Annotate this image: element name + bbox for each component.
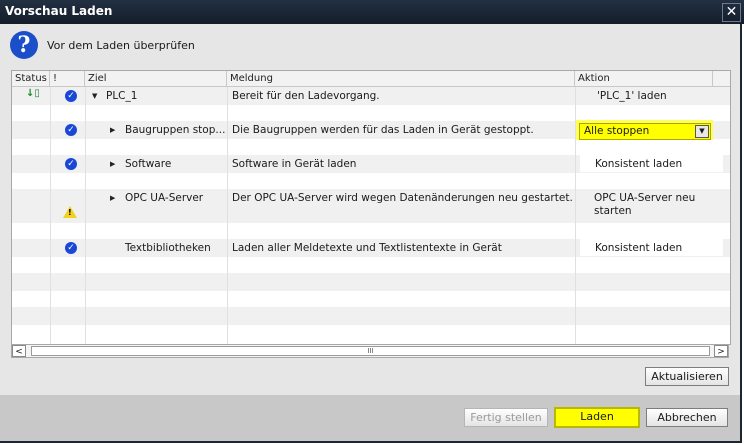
load-button[interactable]: Laden [554, 407, 640, 428]
table-row-spacer [12, 325, 730, 344]
load-preview-table: Status ! Ziel Meldung Aktion ↓▯ ✓ ▼ PLC_… [11, 70, 731, 345]
close-icon[interactable]: ✕ [722, 3, 741, 22]
cancel-button[interactable]: Abbrechen [646, 408, 728, 427]
row-message: Software in Gerät laden [232, 158, 357, 170]
question-icon: ? [10, 31, 38, 59]
scroll-left-button[interactable]: < [12, 345, 26, 357]
window-title: Vorschau Laden [5, 4, 113, 18]
action-dropdown[interactable]: Alle stoppen ▼ [579, 123, 711, 140]
scroll-thumb[interactable]: III [31, 346, 710, 356]
row-action: Konsistent laden [595, 158, 683, 170]
dropdown-value: Alle stoppen [584, 125, 650, 137]
row-message: Die Baugruppen werden für das Laden in G… [232, 124, 534, 136]
table-row-spacer [12, 257, 730, 273]
row-target: Baugruppen stop... [125, 124, 226, 136]
dialog-body: ? Vor dem Laden überprüfen Status ! Ziel… [0, 24, 742, 443]
horizontal-scrollbar[interactable]: < III > [11, 344, 729, 358]
row-message: Bereit für den Ladevorgang. [232, 90, 380, 102]
column-header-target[interactable]: Ziel [85, 71, 227, 86]
finish-button[interactable]: Fertig stellen [464, 408, 548, 427]
check-icon: ✓ [65, 124, 77, 136]
column-header-status[interactable]: Status [12, 71, 50, 86]
check-icon: ✓ [65, 158, 77, 170]
footer-bar: Fertig stellen Laden Abbrechen [0, 395, 740, 441]
download-status-icon: ↓▯ [26, 88, 40, 99]
table-row-empty [12, 307, 730, 325]
action-cell: Konsistent laden [580, 239, 723, 256]
expand-down-icon[interactable]: ▼ [92, 92, 97, 100]
expand-right-icon[interactable]: ▶ [110, 160, 115, 168]
row-action: 'PLC_1' laden [597, 90, 667, 102]
column-header-message[interactable]: Meldung [227, 71, 575, 86]
scroll-right-button[interactable]: > [714, 345, 728, 357]
table-row[interactable]: ! ▶ OPC UA-Server Der OPC UA-Server wird… [12, 189, 730, 223]
row-target: OPC UA-Server [125, 192, 204, 204]
table-row[interactable]: ↓▯ ✓ ▼ PLC_1 Bereit für den Ladevorgang.… [12, 87, 730, 105]
column-divider [85, 87, 86, 344]
table-row-spacer [12, 173, 730, 189]
row-action: Konsistent laden [595, 242, 683, 254]
expand-right-icon[interactable]: ▶ [110, 194, 115, 202]
column-divider [575, 87, 576, 344]
row-target: PLC_1 [106, 90, 138, 102]
header-text: Vor dem Laden überprüfen [47, 39, 195, 52]
row-message: Laden aller Meldetexte und Textlistentex… [232, 242, 502, 254]
table-row-spacer [12, 105, 730, 121]
refresh-button[interactable]: Aktualisieren [645, 367, 729, 386]
table-row-spacer [12, 223, 730, 239]
row-action-line2: starten [594, 205, 632, 217]
table-row-spacer [12, 291, 730, 307]
column-header-action[interactable]: Aktion [575, 71, 713, 86]
check-icon: ✓ [65, 90, 77, 102]
table-row-empty [12, 273, 730, 291]
action-cell: Konsistent laden [580, 155, 723, 172]
warning-icon: ! [63, 206, 77, 218]
table-row-spacer [12, 139, 730, 155]
title-bar: Vorschau Laden ✕ [0, 0, 744, 24]
row-action-line1: OPC UA-Server neu [594, 192, 696, 204]
column-divider [50, 87, 51, 344]
row-target: Textbibliotheken [125, 242, 211, 254]
chevron-down-icon[interactable]: ▼ [695, 125, 709, 138]
row-target: Software [125, 158, 172, 170]
column-divider [227, 87, 228, 344]
row-message: Der OPC UA-Server wird wegen Datenänderu… [232, 192, 573, 204]
expand-right-icon[interactable]: ▶ [110, 126, 115, 134]
table-header: Status ! Ziel Meldung Aktion [12, 71, 730, 87]
column-header-alert[interactable]: ! [50, 71, 85, 86]
check-icon: ✓ [65, 242, 77, 254]
